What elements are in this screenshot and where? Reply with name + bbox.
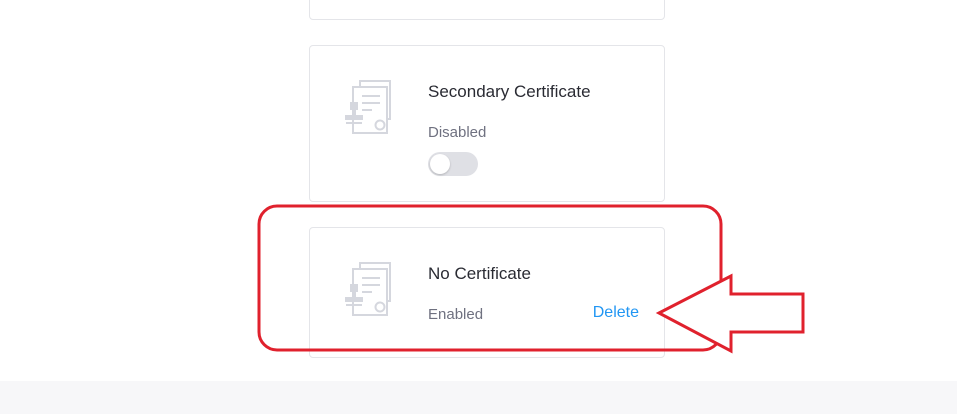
highlight-arrow	[655, 273, 805, 354]
certificate-card-secondary: Secondary Certificate Disabled	[309, 45, 665, 202]
certificate-page: Secondary Certificate Disabled No Certif…	[0, 0, 957, 414]
certificate-icon	[345, 80, 391, 134]
toggle-knob	[430, 154, 450, 174]
certificate-title: No Certificate	[428, 264, 531, 283]
certificate-enable-toggle[interactable]	[428, 152, 478, 176]
certificate-icon	[345, 262, 391, 316]
certificate-title: Secondary Certificate	[428, 82, 591, 101]
certificate-card-none: No Certificate Enabled Delete	[309, 227, 665, 358]
certificate-status: Enabled	[428, 306, 484, 323]
delete-certificate-link[interactable]: Delete	[593, 304, 639, 322]
footer-band	[0, 381, 957, 414]
certificate-status: Disabled	[428, 124, 487, 141]
certificate-card-previous	[309, 0, 665, 20]
